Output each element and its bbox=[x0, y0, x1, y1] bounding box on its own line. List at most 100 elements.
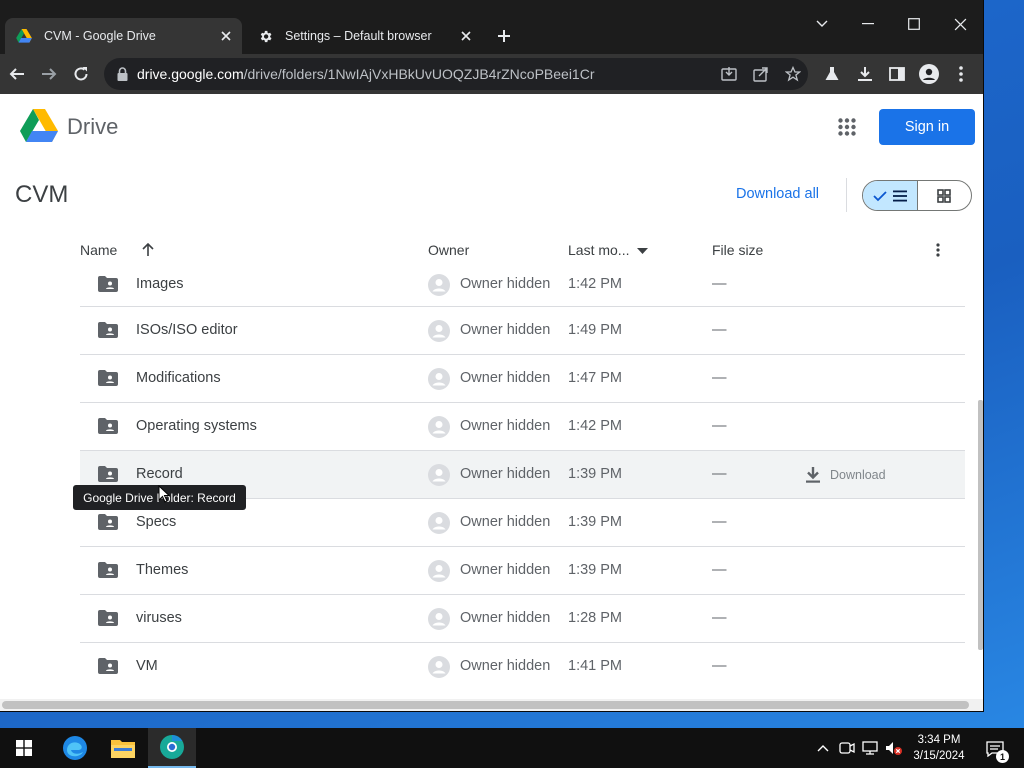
owner-avatar-icon bbox=[428, 608, 450, 630]
more-options-vertical-icon[interactable] bbox=[928, 240, 948, 260]
owner-avatar-icon bbox=[428, 320, 450, 342]
tab-settings[interactable]: Settings – Default browser bbox=[246, 18, 482, 54]
column-header-name[interactable]: Name bbox=[80, 242, 117, 258]
browser-window: CVM - Google Drive Settings – Default br… bbox=[0, 0, 983, 711]
close-tab-icon[interactable] bbox=[218, 28, 234, 44]
back-arrow-icon[interactable] bbox=[6, 63, 28, 85]
modified-text: 1:42 PM bbox=[568, 418, 622, 434]
minimize-icon[interactable] bbox=[856, 12, 880, 36]
table-row[interactable]: Operating systems Owner hidden 1:42 PM — bbox=[80, 403, 965, 451]
file-list: Images Owner hidden 1:42 PM — ISOs/ISO e… bbox=[80, 270, 965, 691]
start-button[interactable] bbox=[0, 728, 48, 768]
owner-avatar-icon bbox=[428, 274, 450, 296]
url-text: drive.google.com/drive/folders/1NwIAjVxH… bbox=[137, 66, 595, 82]
file-name[interactable]: Record bbox=[136, 466, 183, 482]
owner-text: Owner hidden bbox=[460, 418, 551, 434]
close-window-icon[interactable] bbox=[948, 12, 972, 36]
vertical-scrollbar[interactable] bbox=[978, 400, 983, 650]
google-drive-logo-icon[interactable] bbox=[20, 109, 58, 143]
shared-folder-icon bbox=[97, 513, 119, 531]
table-row[interactable]: viruses Owner hidden 1:28 PM — bbox=[80, 595, 965, 643]
file-name[interactable]: Themes bbox=[136, 562, 188, 578]
new-tab-plus-icon[interactable] bbox=[493, 25, 515, 47]
caret-down-icon[interactable] bbox=[636, 246, 648, 256]
file-name[interactable]: Modifications bbox=[136, 370, 221, 386]
tab-search-chevron-icon[interactable] bbox=[810, 12, 834, 36]
file-name[interactable]: VM bbox=[136, 658, 158, 674]
side-panel-icon[interactable] bbox=[886, 63, 908, 85]
checkmark-icon bbox=[873, 190, 887, 202]
shared-folder-icon bbox=[97, 417, 119, 435]
column-header-last-modified[interactable]: Last mo... bbox=[568, 242, 629, 258]
shared-folder-icon bbox=[97, 275, 119, 293]
edge-taskbar-button[interactable] bbox=[51, 728, 99, 768]
list-lines-icon bbox=[892, 190, 907, 202]
file-name[interactable]: viruses bbox=[136, 610, 182, 626]
url-path: /drive/folders/1NwIAjVxHBkUvUOQZJB4rZNco… bbox=[243, 66, 595, 82]
google-apps-grid-icon[interactable] bbox=[836, 116, 858, 138]
download-all-button[interactable]: Download all bbox=[736, 186, 819, 202]
owner-avatar-icon bbox=[428, 656, 450, 678]
volume-muted-icon[interactable] bbox=[885, 739, 903, 757]
lock-icon[interactable] bbox=[114, 66, 130, 82]
owner-text: Owner hidden bbox=[460, 610, 551, 626]
maximize-icon[interactable] bbox=[902, 12, 926, 36]
modified-text: 1:49 PM bbox=[568, 322, 622, 338]
row-download-button[interactable]: Download bbox=[830, 468, 886, 482]
owner-text: Owner hidden bbox=[460, 658, 551, 674]
file-name[interactable]: ISOs/ISO editor bbox=[136, 322, 238, 338]
reload-icon[interactable] bbox=[70, 63, 92, 85]
url-host: drive.google.com bbox=[137, 66, 244, 82]
google-drive-favicon-icon bbox=[16, 28, 32, 44]
tab-strip: CVM - Google Drive Settings – Default br… bbox=[0, 0, 983, 54]
labs-flask-icon[interactable] bbox=[821, 63, 843, 85]
notification-count-badge: 1 bbox=[996, 750, 1009, 763]
sort-ascending-arrow-icon[interactable] bbox=[139, 241, 157, 259]
table-row[interactable]: VM Owner hidden 1:41 PM — bbox=[80, 643, 965, 691]
modified-text: 1:41 PM bbox=[568, 658, 622, 674]
tray-overflow-chevron-icon[interactable] bbox=[814, 739, 832, 757]
meet-now-icon[interactable] bbox=[838, 739, 856, 757]
tab-title: Settings – Default browser bbox=[285, 29, 432, 43]
download-icon[interactable] bbox=[804, 466, 822, 484]
list-view-button[interactable] bbox=[863, 181, 918, 210]
install-app-icon[interactable] bbox=[720, 65, 738, 83]
table-row[interactable]: ISOs/ISO editor Owner hidden 1:49 PM — bbox=[80, 307, 965, 355]
column-header-owner[interactable]: Owner bbox=[428, 242, 469, 258]
file-size-text: — bbox=[712, 658, 727, 674]
column-header-file-size[interactable]: File size bbox=[712, 242, 763, 258]
file-size-text: — bbox=[712, 514, 727, 530]
browser-menu-icon[interactable] bbox=[950, 63, 972, 85]
modified-text: 1:39 PM bbox=[568, 466, 622, 482]
table-row[interactable]: Modifications Owner hidden 1:47 PM — bbox=[80, 355, 965, 403]
file-size-text: — bbox=[712, 466, 727, 482]
shared-folder-icon bbox=[97, 657, 119, 675]
tab-drive[interactable]: CVM - Google Drive bbox=[5, 18, 242, 54]
owner-text: Owner hidden bbox=[460, 466, 551, 482]
file-name[interactable]: Specs bbox=[136, 514, 176, 530]
file-size-text: — bbox=[712, 322, 727, 338]
file-explorer-taskbar-button[interactable] bbox=[99, 728, 147, 768]
modified-text: 1:42 PM bbox=[568, 276, 622, 292]
bookmark-star-icon[interactable] bbox=[784, 65, 802, 83]
table-row[interactable]: Themes Owner hidden 1:39 PM — bbox=[80, 547, 965, 595]
chrome-taskbar-button[interactable] bbox=[148, 728, 196, 768]
table-row[interactable]: Images Owner hidden 1:42 PM — bbox=[80, 270, 965, 307]
owner-avatar-icon bbox=[428, 416, 450, 438]
clock-date: 3/15/2024 bbox=[913, 750, 965, 762]
system-clock[interactable]: 3:34 PM 3/15/2024 bbox=[905, 732, 973, 764]
owner-avatar-icon bbox=[428, 560, 450, 582]
horizontal-scrollbar[interactable] bbox=[2, 701, 969, 709]
grid-view-button[interactable] bbox=[918, 181, 972, 210]
address-bar[interactable]: drive.google.com/drive/folders/1NwIAjVxH… bbox=[104, 58, 808, 90]
sign-in-button[interactable]: Sign in bbox=[879, 109, 975, 145]
forward-arrow-icon[interactable] bbox=[38, 63, 60, 85]
share-icon[interactable] bbox=[752, 65, 770, 83]
file-name[interactable]: Operating systems bbox=[136, 418, 257, 434]
downloads-icon[interactable] bbox=[854, 63, 876, 85]
profile-avatar-icon[interactable] bbox=[918, 63, 940, 85]
network-icon[interactable] bbox=[861, 739, 879, 757]
file-name[interactable]: Images bbox=[136, 276, 184, 292]
app-name[interactable]: Drive bbox=[67, 114, 118, 140]
close-tab-icon[interactable] bbox=[458, 28, 474, 44]
